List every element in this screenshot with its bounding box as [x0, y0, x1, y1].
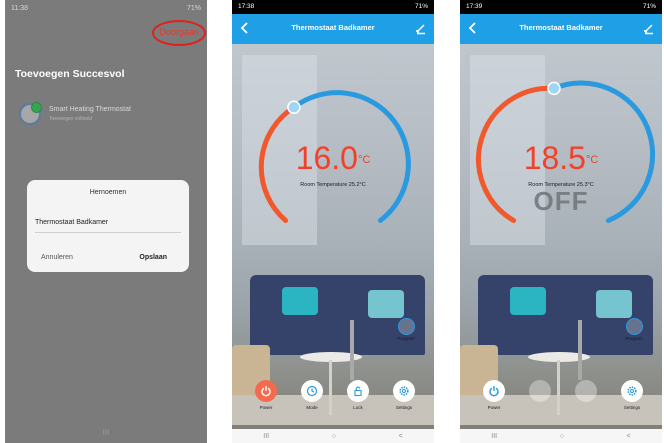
- home-button[interactable]: ○: [560, 433, 564, 440]
- device-row[interactable]: Smart Heating Thermostat Toevoegen volto…: [19, 102, 131, 125]
- status-bar: 17:38 71%: [232, 0, 434, 14]
- device-status: Toevoegen voltooid: [49, 116, 93, 122]
- lock-button[interactable]: Lock: [342, 380, 374, 410]
- dialog-title: Hernoemen: [89, 189, 127, 196]
- app-header: Thermostaat Badkamer: [460, 14, 662, 44]
- status-battery: 71%: [186, 5, 201, 12]
- recent-apps-button[interactable]: III: [491, 433, 497, 440]
- clock-icon: [529, 380, 551, 402]
- program-label: Program: [625, 336, 643, 341]
- gear-icon: [393, 380, 415, 402]
- page-title: Thermostaat Badkamer: [291, 23, 375, 32]
- clock-icon: [301, 380, 323, 402]
- dial-handle: [287, 100, 301, 115]
- edit-pencil-icon[interactable]: [642, 21, 656, 35]
- settings-button[interactable]: Settings: [388, 380, 420, 410]
- lock-label: Lock: [353, 405, 363, 410]
- power-icon: [483, 380, 505, 402]
- room-temperature-label: Room Temperature 25.2°C: [300, 182, 366, 188]
- dial-handle: [547, 81, 561, 96]
- status-time: 17:38: [238, 3, 255, 10]
- setpoint-value: 18.5°C: [523, 140, 599, 176]
- mode-label: Mode: [306, 405, 318, 410]
- rename-dialog: Hernoemen Thermostaat Badkamer Annuleren…: [27, 180, 189, 272]
- highlight-circle: [152, 20, 206, 46]
- system-nav-bar: III ○ <: [232, 429, 434, 443]
- settings-label: Settings: [623, 405, 641, 410]
- gear-icon: [621, 380, 643, 402]
- lock-button-disabled: [570, 380, 602, 402]
- phone-thermostat-off: 17:39 71% Thermostaat Badkamer 18.5°C Ro…: [460, 0, 662, 443]
- status-battery: 71%: [642, 3, 656, 10]
- recent-apps-button[interactable]: III: [103, 428, 110, 437]
- program-button[interactable]: Program: [614, 318, 654, 341]
- power-button[interactable]: Power: [478, 380, 510, 410]
- home-button[interactable]: ○: [332, 433, 336, 440]
- status-time: 11:38: [11, 5, 28, 12]
- lock-icon: [575, 380, 597, 402]
- lock-icon: [347, 380, 369, 402]
- program-icon: [397, 318, 415, 335]
- status-bar: 11:38 71%: [5, 0, 207, 20]
- phone-thermostat-on: 17:38 71% Thermostaat Badkamer 16.0°C Ro…: [232, 0, 434, 443]
- power-icon: [255, 380, 277, 402]
- page-title: Thermostaat Badkamer: [519, 23, 603, 32]
- program-button[interactable]: Program: [386, 318, 426, 341]
- mode-button-disabled: [524, 380, 556, 402]
- system-nav-bar: III: [5, 421, 207, 443]
- edit-pencil-icon[interactable]: [414, 21, 428, 35]
- status-time: 17:39: [466, 3, 483, 10]
- field-underline: [35, 232, 181, 233]
- off-indicator: OFF: [533, 186, 589, 216]
- device-name: Smart Heating Thermostat: [49, 106, 131, 113]
- save-button[interactable]: Opslaan: [139, 254, 167, 261]
- app-header: Thermostaat Badkamer: [232, 14, 434, 44]
- setpoint-value: 16.0°C: [295, 140, 371, 176]
- status-bar: 17:39 71%: [460, 0, 662, 14]
- status-battery: 71%: [414, 3, 428, 10]
- mode-button[interactable]: Mode: [296, 380, 328, 410]
- settings-label: Settings: [395, 405, 413, 410]
- program-icon: [625, 318, 643, 335]
- recent-apps-button[interactable]: III: [263, 433, 269, 440]
- power-label: Power: [259, 405, 273, 410]
- back-button[interactable]: <: [399, 433, 403, 440]
- power-button[interactable]: Power: [250, 380, 282, 410]
- settings-button[interactable]: Settings: [616, 380, 648, 410]
- page-title: Toevoegen Succesvol: [15, 68, 125, 80]
- power-label: Power: [487, 405, 501, 410]
- back-button[interactable]: <: [627, 433, 631, 440]
- cancel-button[interactable]: Annuleren: [41, 254, 73, 261]
- program-label: Program: [397, 336, 415, 341]
- phone-rename-screen: 11:38 71% Doorgaan Toevoegen Succesvol S…: [5, 0, 207, 443]
- device-name-field[interactable]: Thermostaat Badkamer: [35, 219, 108, 226]
- system-nav-bar: III ○ <: [460, 429, 662, 443]
- thermostat-device-icon: [19, 102, 42, 125]
